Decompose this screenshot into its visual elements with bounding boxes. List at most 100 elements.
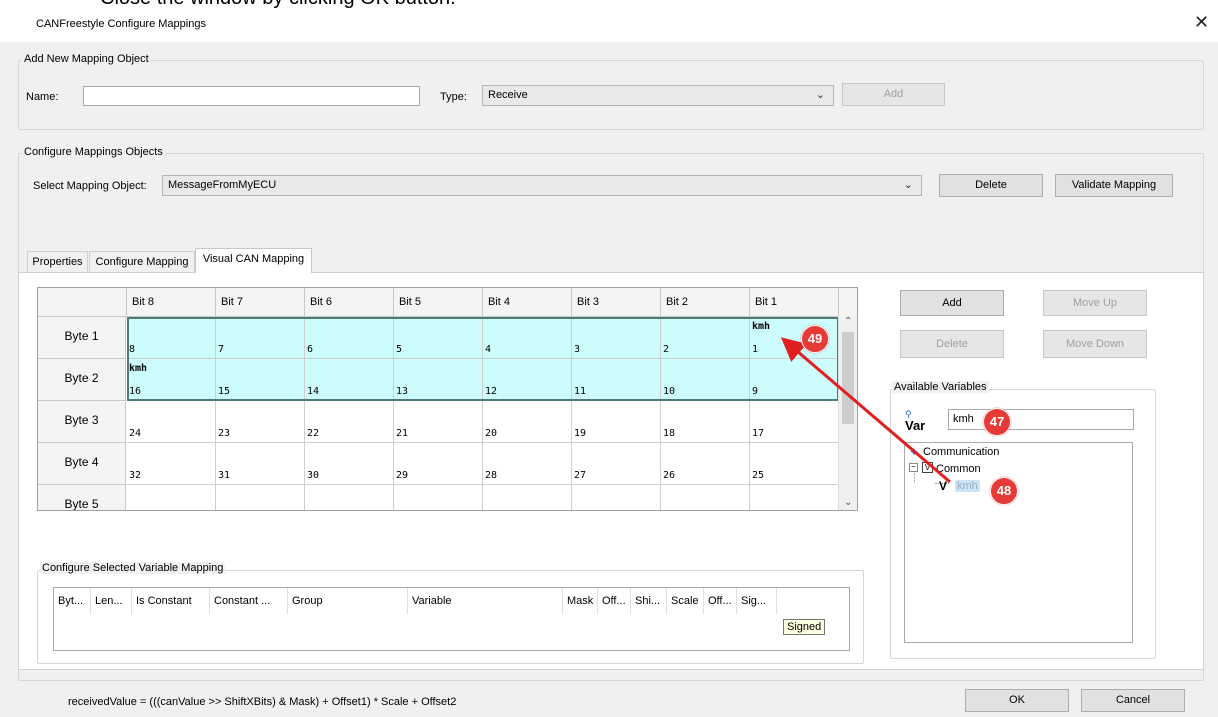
tab-configure-mapping[interactable]: Configure Mapping xyxy=(89,251,195,273)
cell-bit-number: 16 xyxy=(129,386,142,397)
row-header: Byte 3 xyxy=(38,401,126,443)
list-col-header[interactable]: Scale xyxy=(667,588,704,614)
list-col-header[interactable]: Mask xyxy=(563,588,598,614)
bit-cell[interactable]: 38 xyxy=(305,485,394,510)
collapse-icon[interactable]: − xyxy=(909,463,918,472)
add-mapping-legend: Add New Mapping Object xyxy=(22,53,151,65)
formula-text: receivedValue = (((canValue >> ShiftXBit… xyxy=(68,696,457,708)
can-bit-grid[interactable]: Bit 8 Bit 7 Bit 6 Bit 5 Bit 4 Bit 3 Bit … xyxy=(37,287,858,511)
bit-cell[interactable]: 18 xyxy=(661,401,750,443)
group-checkbox-icon[interactable]: V xyxy=(922,462,933,473)
cell-bit-number: 8 xyxy=(129,344,136,355)
bit-cell[interactable]: 33 xyxy=(750,485,839,510)
row-header: Byte 1 xyxy=(38,317,126,359)
cell-bit-number: 18 xyxy=(663,428,676,439)
bit-cell[interactable]: 10 xyxy=(661,359,750,401)
bit-cell[interactable]: 36 xyxy=(483,485,572,510)
close-icon[interactable]: ✕ xyxy=(1194,12,1209,33)
bit-cell[interactable]: 11 xyxy=(572,359,661,401)
scroll-down-icon[interactable]: ⌄ xyxy=(844,497,852,508)
add-variable-button[interactable]: Add xyxy=(900,290,1004,316)
variables-tree[interactable]: ✦ Communication − V Common V kmh xyxy=(904,442,1133,643)
scroll-up-icon[interactable]: ⌃ xyxy=(844,316,852,327)
type-select-value: Receive xyxy=(488,89,528,101)
bit-cell[interactable]: 35 xyxy=(572,485,661,510)
bit-cell[interactable]: 25 xyxy=(750,443,839,485)
bit-cell[interactable]: 32 xyxy=(127,443,216,485)
bit-cell[interactable]: 37 xyxy=(394,485,483,510)
delete-mapping-button[interactable]: Delete xyxy=(939,174,1043,197)
bit-cell[interactable]: 13 xyxy=(394,359,483,401)
tree-node-common[interactable]: Common xyxy=(936,463,981,475)
cell-bit-number: 30 xyxy=(307,470,320,481)
list-col-header[interactable]: Sig... xyxy=(737,588,777,614)
list-col-header[interactable]: Len... xyxy=(91,588,132,614)
bit-cell[interactable]: 24 xyxy=(127,401,216,443)
bit-cell[interactable]: 28 xyxy=(483,443,572,485)
move-up-button[interactable]: Move Up xyxy=(1043,290,1147,316)
bit-cell[interactable]: 27 xyxy=(572,443,661,485)
variable-search-icon: ⚲ Var xyxy=(905,409,926,433)
add-mapping-button[interactable]: Add xyxy=(842,83,945,106)
tree-node-kmh[interactable]: kmh xyxy=(955,480,980,492)
tab-properties[interactable]: Properties xyxy=(27,251,88,273)
list-col-header[interactable]: Off... xyxy=(598,588,631,614)
cell-bit-number: 4 xyxy=(485,344,492,355)
validate-mapping-button[interactable]: Validate Mapping xyxy=(1055,174,1173,197)
name-input[interactable] xyxy=(83,86,420,106)
col-header: Bit 1 xyxy=(750,288,839,317)
bit-cell[interactable]: 14 xyxy=(305,359,394,401)
cell-bit-number: 12 xyxy=(485,386,498,397)
bit-cell[interactable]: 6 xyxy=(305,317,394,359)
delete-variable-button[interactable]: Delete xyxy=(900,330,1004,358)
list-col-header[interactable]: Is Constant xyxy=(132,588,210,614)
list-col-header[interactable]: Group xyxy=(288,588,408,614)
configure-mappings-legend: Configure Mappings Objects xyxy=(22,146,165,158)
bit-cell[interactable]: 31 xyxy=(216,443,305,485)
cell-bit-number: 10 xyxy=(663,386,676,397)
bit-cell[interactable]: 30 xyxy=(305,443,394,485)
bit-cell[interactable]: 23 xyxy=(216,401,305,443)
list-col-header[interactable]: Shi... xyxy=(631,588,667,614)
grid-scrollbar[interactable]: ⌃ ⌄ xyxy=(838,316,857,510)
step-badge: 49 xyxy=(801,325,829,353)
bit-cell[interactable]: 12 xyxy=(483,359,572,401)
bit-cell[interactable]: 22 xyxy=(305,401,394,443)
list-col-header[interactable]: Constant ... xyxy=(210,588,288,614)
bit-cell[interactable]: 15 xyxy=(216,359,305,401)
cancel-button[interactable]: Cancel xyxy=(1081,689,1185,712)
bit-cell[interactable]: 20 xyxy=(483,401,572,443)
bit-cell[interactable]: 29 xyxy=(394,443,483,485)
cell-bit-number: 3 xyxy=(574,344,581,355)
move-down-button[interactable]: Move Down xyxy=(1043,330,1147,358)
bit-cell[interactable]: kmh 16 xyxy=(127,359,216,401)
bit-cell[interactable]: 8 xyxy=(127,317,216,359)
mapping-object-select[interactable]: MessageFromMyECU ⌄ xyxy=(162,175,922,196)
bit-cell[interactable]: 2 xyxy=(661,317,750,359)
tree-node-communication[interactable]: Communication xyxy=(923,446,999,458)
variable-search-input[interactable]: kmh xyxy=(948,409,1134,430)
bit-cell[interactable]: 3 xyxy=(572,317,661,359)
bit-cell[interactable]: 40 xyxy=(127,485,216,510)
bit-cell[interactable]: 19 xyxy=(572,401,661,443)
bit-cell[interactable]: 21 xyxy=(394,401,483,443)
list-col-header[interactable]: Off... xyxy=(704,588,737,614)
bit-cell[interactable]: 4 xyxy=(483,317,572,359)
grid-corner xyxy=(38,288,127,317)
chevron-down-icon: ⌄ xyxy=(815,89,825,101)
bit-cell[interactable]: 34 xyxy=(661,485,750,510)
type-select[interactable]: Receive ⌄ xyxy=(482,85,834,106)
bit-cell[interactable]: 9 xyxy=(750,359,839,401)
scroll-thumb[interactable] xyxy=(842,332,854,424)
bit-cell[interactable]: 39 xyxy=(216,485,305,510)
chevron-down-icon: ⌄ xyxy=(903,179,913,191)
bit-cell[interactable]: 5 xyxy=(394,317,483,359)
bit-cell[interactable]: 7 xyxy=(216,317,305,359)
variable-mapping-list[interactable]: Byt... Len... Is Constant Constant ... G… xyxy=(53,587,850,651)
ok-button[interactable]: OK xyxy=(965,689,1069,712)
list-col-header[interactable]: Variable xyxy=(408,588,563,614)
bit-cell[interactable]: 17 xyxy=(750,401,839,443)
tab-visual-can-mapping[interactable]: Visual CAN Mapping xyxy=(195,248,312,273)
list-col-header[interactable]: Byt... xyxy=(54,588,91,614)
bit-cell[interactable]: 26 xyxy=(661,443,750,485)
